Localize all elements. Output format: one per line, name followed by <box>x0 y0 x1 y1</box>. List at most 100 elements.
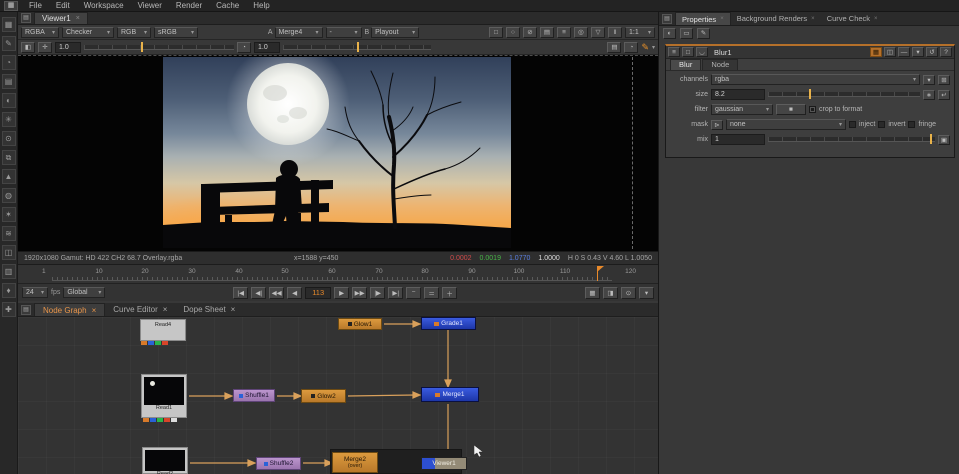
menu-edit[interactable]: Edit <box>49 1 77 10</box>
toolbar-particles-icon[interactable]: ✶ <box>2 207 16 222</box>
wipe-dropdown[interactable]: -▾ <box>326 27 362 38</box>
display-dropdown[interactable]: Checker▾ <box>62 27 114 38</box>
tab-node[interactable]: Node <box>702 59 738 70</box>
goto-end-button[interactable]: ▶| <box>388 287 403 299</box>
fringe-checkbox[interactable] <box>908 121 915 128</box>
stereo-icon[interactable]: ≡ <box>557 27 571 38</box>
close-icon[interactable]: × <box>231 305 236 314</box>
channels-dropdown[interactable]: RGBA▾ <box>21 27 59 38</box>
panel-menu-icon[interactable]: ▤ <box>21 305 31 315</box>
mask-overlay-icon[interactable]: ○ <box>506 27 520 38</box>
next-keyframe-button[interactable]: |▶ <box>370 287 385 299</box>
loop-mode-button[interactable]: ＝ <box>424 287 439 299</box>
panel-menu-icon[interactable]: ▤ <box>662 14 672 24</box>
grade-node[interactable]: Grade1 <box>421 317 476 330</box>
current-frame-field[interactable]: 113 <box>305 287 331 299</box>
folder-icon[interactable]: ▭ <box>680 28 693 39</box>
roi-icon[interactable]: ◎ <box>574 27 588 38</box>
float-panel-button[interactable]: ◫ <box>884 47 896 57</box>
tab-viewer1[interactable]: Viewer1 × <box>34 12 88 24</box>
size-animation-button[interactable]: ∗ <box>923 90 935 100</box>
toolbar-channel-icon[interactable]: ▤ <box>2 74 16 89</box>
read-node[interactable]: Read2 <box>142 447 188 474</box>
viewer-node[interactable]: Viewer1 <box>421 457 467 470</box>
menu-file[interactable]: File <box>22 1 49 10</box>
panel-dropdown-button[interactable]: ▾ <box>912 47 924 57</box>
wipe-icon[interactable]: □ <box>489 27 503 38</box>
proxy-icon[interactable]: ▽ <box>591 27 605 38</box>
mix-split-button[interactable]: ▣ <box>938 135 950 145</box>
play-forward-fast-button[interactable]: ▶▶ <box>352 287 367 299</box>
range-dropdown[interactable]: Global▾ <box>63 287 105 298</box>
tab-dope-sheet[interactable]: Dope Sheet× <box>175 303 243 316</box>
node-color-icon[interactable]: ◐ <box>663 28 676 39</box>
minimize-panel-button[interactable]: — <box>898 47 910 57</box>
play-backward-fast-button[interactable]: ◀◀ <box>269 287 284 299</box>
play-backward-button[interactable]: ◀ <box>287 287 302 299</box>
close-icon[interactable]: × <box>163 305 168 314</box>
frame-dec-button[interactable]: − <box>406 287 421 299</box>
edit-pencil-icon[interactable]: ✎ <box>697 28 710 39</box>
checker-bg-icon[interactable]: ▤ <box>607 42 621 53</box>
revert-button[interactable]: ↺ <box>926 47 938 57</box>
filter-quality-button[interactable]: ■ <box>776 104 806 115</box>
toolbar-transform-icon[interactable]: ▲ <box>2 169 16 184</box>
lock-range-icon[interactable]: ⊙ <box>621 287 636 299</box>
timeline-ruler[interactable]: 10 20 30 40 50 60 70 80 90 100 110 <box>52 268 612 281</box>
fps-dropdown[interactable]: 24▾ <box>22 287 48 298</box>
merge-node[interactable]: Merge1 <box>421 387 479 402</box>
toolbar-3d-icon[interactable]: ◍ <box>2 188 16 203</box>
filter-dropdown[interactable]: gaussian▾ <box>711 104 773 115</box>
inject-checkbox[interactable] <box>849 121 856 128</box>
invert-checkbox[interactable] <box>878 121 885 128</box>
gamma-input[interactable]: 1.0 <box>254 42 280 53</box>
chevron-down-icon[interactable]: ▾ <box>652 44 655 51</box>
shuffle-node[interactable]: Shuffle2 <box>256 457 301 470</box>
prev-keyframe-button[interactable]: ◀| <box>251 287 266 299</box>
display-checker-icon[interactable]: ▦ <box>585 287 600 299</box>
tab-curve-check[interactable]: Curve Check× <box>821 12 884 25</box>
toolbar-toolsets-icon[interactable]: ♦ <box>2 283 16 298</box>
glow-node[interactable]: Glow1 <box>338 318 382 330</box>
playhead[interactable] <box>597 266 598 281</box>
goto-start-button[interactable]: |◀ <box>233 287 248 299</box>
toolbar-merge-icon[interactable]: ⧉ <box>2 150 16 165</box>
tab-curve-editor[interactable]: Curve Editor× <box>105 303 175 316</box>
zoom-dropdown[interactable]: 1:1▾ <box>625 27 655 38</box>
clip-warning-icon[interactable]: ⊘ <box>523 27 537 38</box>
toolbar-keyer-icon[interactable]: ⊙ <box>2 131 16 146</box>
a-buffer[interactable]: AMerge4▾ <box>268 27 323 38</box>
read-node[interactable]: Read4 <box>140 319 186 341</box>
tab-blur[interactable]: Blur <box>670 59 701 70</box>
mix-slider[interactable] <box>768 137 935 142</box>
menu-help[interactable]: Help <box>246 1 276 10</box>
toolbar-filter-icon[interactable]: ✳ <box>2 112 16 127</box>
close-icon[interactable]: × <box>811 16 815 22</box>
close-icon[interactable]: × <box>76 15 80 22</box>
mask-dropdown[interactable]: none▾ <box>726 119 846 130</box>
crop-to-format-checkbox[interactable] <box>809 106 816 113</box>
fstop-toggle-icon[interactable]: ◧ <box>21 42 35 53</box>
toolbar-time-icon[interactable]: ◔ <box>2 55 16 70</box>
menu-cache[interactable]: Cache <box>209 1 246 10</box>
close-icon[interactable]: × <box>92 306 97 315</box>
center-in-graph-button[interactable]: ▦ <box>870 47 882 57</box>
node-shape-icon[interactable]: ◡ <box>696 47 708 57</box>
gamma-slider[interactable] <box>283 45 431 50</box>
sample-pen-icon[interactable]: ✎ <box>641 42 649 53</box>
channels-menu-button[interactable]: ▾ <box>923 75 935 85</box>
layer-dropdown[interactable]: RGB▾ <box>117 27 151 38</box>
lut-dropdown[interactable]: sRGB▾ <box>154 27 198 38</box>
size-slider[interactable] <box>768 92 920 97</box>
tab-properties[interactable]: Properties× <box>675 12 731 25</box>
play-forward-button[interactable]: ▶ <box>334 287 349 299</box>
shuffle-node[interactable]: Shuffle1 <box>233 389 275 402</box>
3d-view-icon[interactable]: ◔ <box>624 42 638 53</box>
node-graph-canvas[interactable]: Read4 Read1 Read2 Glow1 Grade1 Shuffle1 <box>18 317 658 474</box>
toolbar-other-icon[interactable]: ✚ <box>2 302 16 317</box>
menu-render[interactable]: Render <box>169 1 209 10</box>
toolbar-deep-icon[interactable]: ≋ <box>2 226 16 241</box>
toolbar-draw-icon[interactable]: ✎ <box>2 36 16 51</box>
menu-viewer[interactable]: Viewer <box>131 1 169 10</box>
timeline[interactable]: 1 10 20 30 40 50 60 70 80 90 100 110 120 <box>18 264 658 283</box>
